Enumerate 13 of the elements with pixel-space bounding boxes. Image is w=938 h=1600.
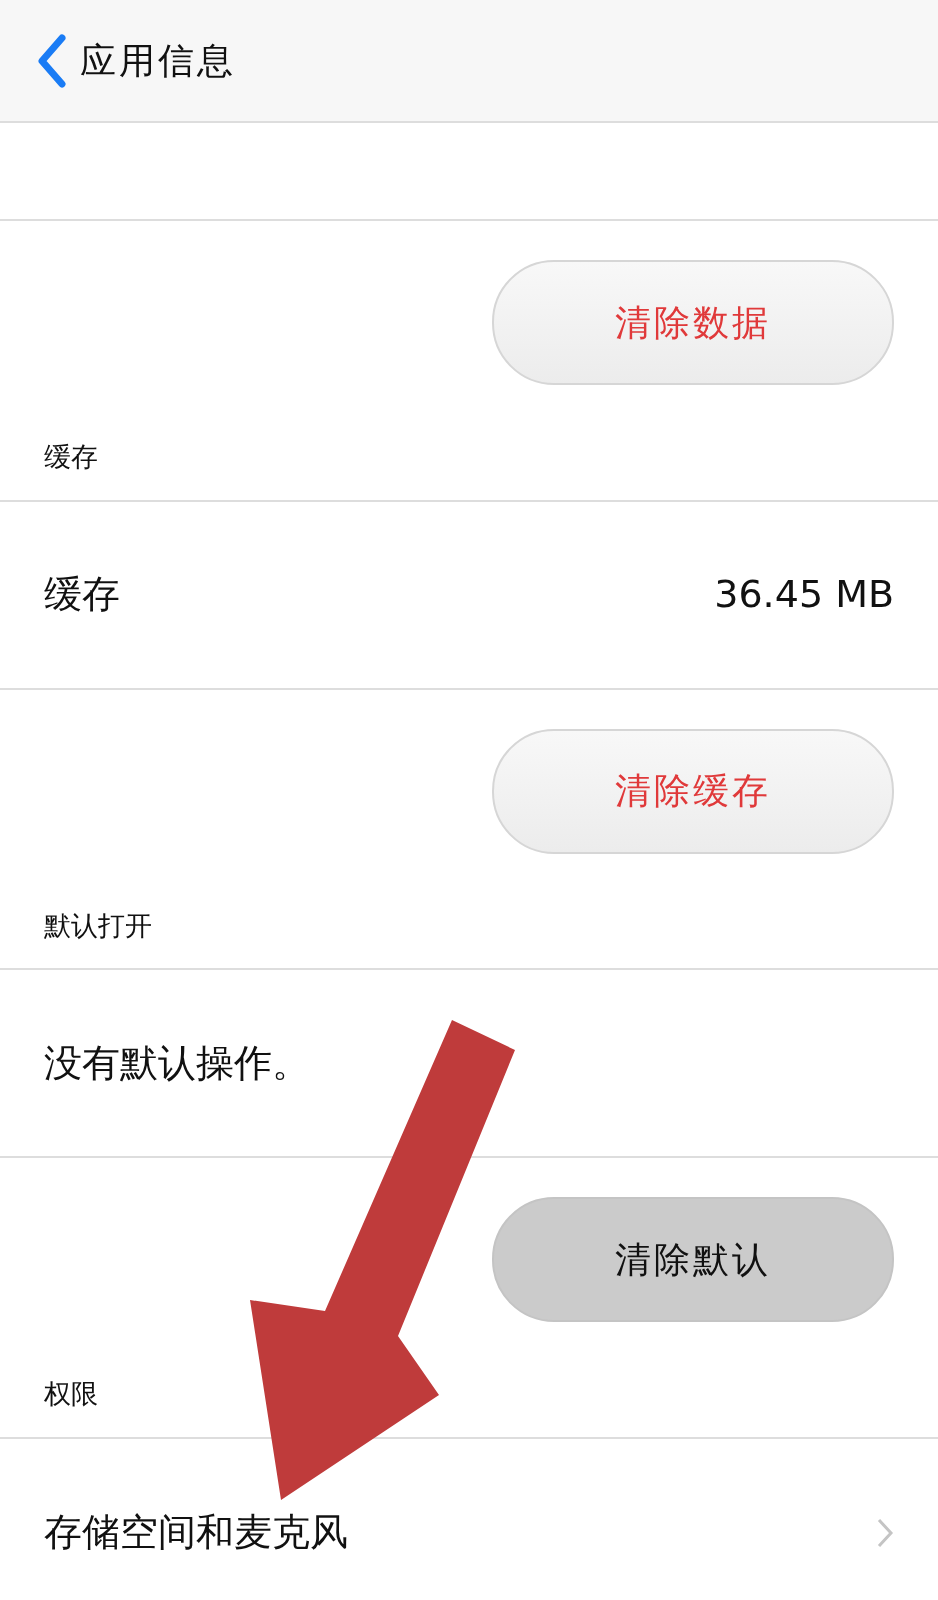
back-icon[interactable] [36,33,66,88]
section-header: 缓存 [44,441,98,472]
permission-item[interactable]: 存储空间和麦克风 [44,1504,348,1561]
setting-value: 36.45 MB [714,571,894,618]
section-header: 权限 [44,1378,98,1409]
section-header: 默认打开 [44,909,152,941]
setting-label: 缓存 [44,571,120,618]
chevron-icon [876,1516,894,1549]
info-text: 没有默认操作。 [44,1039,310,1087]
clear-button[interactable]: 清除默认 [492,1197,894,1322]
screen-title: 应用信息 [80,38,236,83]
clear-button[interactable]: 清除数据 [492,260,894,385]
clear-button[interactable]: 清除缓存 [492,728,894,854]
